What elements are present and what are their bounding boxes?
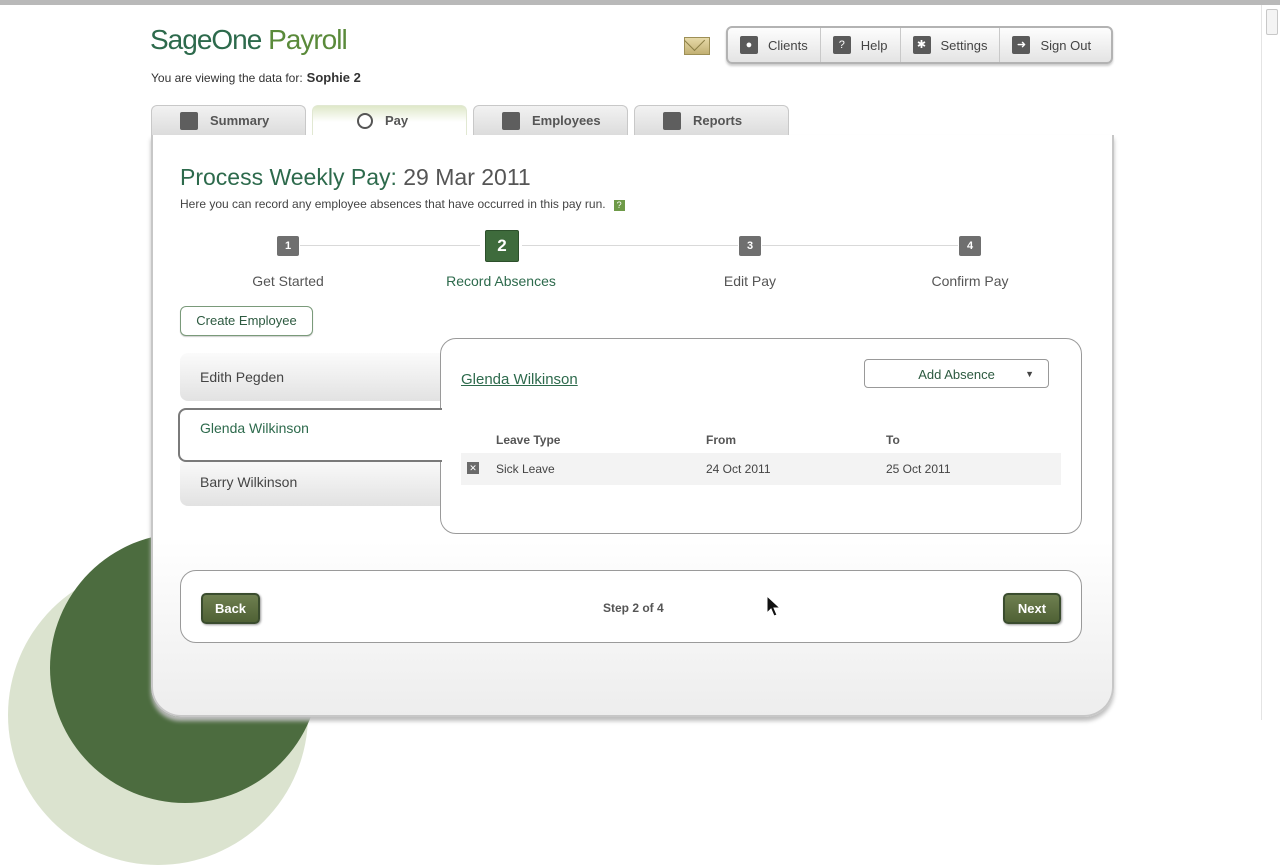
absence-panel: Glenda Wilkinson Add Absence ▼ Leave Type… xyxy=(440,338,1082,534)
settings-button[interactable]: ✱ Settings xyxy=(901,28,1001,62)
document-icon xyxy=(663,111,681,130)
wizard-footer: Back Step 2 of 4 Next xyxy=(180,570,1082,643)
step-3-badge: 3 xyxy=(739,236,761,256)
step-connector xyxy=(300,245,480,246)
page-subtitle: Here you can record any employee absence… xyxy=(180,197,625,211)
step-label-record-absences: Record Absences xyxy=(446,273,556,289)
table-row: ✕ Sick Leave 24 Oct 2011 25 Oct 2011 xyxy=(461,453,1061,485)
column-header-to: To xyxy=(886,433,900,447)
person-icon xyxy=(502,111,520,130)
employee-item-glenda-wilkinson[interactable]: Glenda Wilkinson xyxy=(178,408,442,462)
circle-icon xyxy=(357,112,373,129)
back-button[interactable]: Back xyxy=(201,593,260,624)
tab-reports[interactable]: Reports xyxy=(634,105,789,135)
client-name: Sophie 2 xyxy=(306,70,361,85)
signout-arrow-icon: ➜ xyxy=(1012,36,1031,54)
chart-icon xyxy=(180,111,198,130)
step-2-badge: 2 xyxy=(485,230,519,262)
cell-leave-type: Sick Leave xyxy=(496,462,555,476)
viewing-data-for: You are viewing the data for: Sophie 2 xyxy=(151,70,361,85)
next-button[interactable]: Next xyxy=(1003,593,1061,624)
top-navigation: ● Clients ? Help ✱ Settings ➜ Sign Out xyxy=(726,26,1113,64)
scrollbar[interactable] xyxy=(1261,5,1280,720)
scrollbar-up-arrow[interactable] xyxy=(1266,9,1278,35)
main-tabs: Summary Pay Employees Reports xyxy=(151,105,795,135)
step-label-confirm-pay: Confirm Pay xyxy=(931,273,1009,289)
employee-item-edith-pegden[interactable]: Edith Pegden xyxy=(180,353,442,401)
person-icon: ● xyxy=(740,36,758,54)
column-header-from: From xyxy=(706,433,736,447)
help-button[interactable]: ? Help xyxy=(821,28,901,62)
gear-icon: ✱ xyxy=(912,36,931,54)
step-label-edit-pay: Edit Pay xyxy=(723,273,777,289)
step-4-badge: 4 xyxy=(959,236,981,256)
create-employee-button[interactable]: Create Employee xyxy=(180,306,313,336)
logo: SageOne Payroll xyxy=(150,24,348,55)
question-icon: ? xyxy=(832,36,851,54)
employee-name-link[interactable]: Glenda Wilkinson xyxy=(461,371,578,388)
cell-from: 24 Oct 2011 xyxy=(706,462,771,476)
add-absence-dropdown[interactable]: Add Absence ▼ xyxy=(864,359,1049,388)
mail-icon[interactable] xyxy=(684,37,710,55)
step-indicator: Step 2 of 4 xyxy=(603,601,664,615)
step-connector xyxy=(522,245,738,246)
step-1-check-icon: 1 xyxy=(277,236,299,256)
cell-to: 25 Oct 2011 xyxy=(886,462,951,476)
tab-pay[interactable]: Pay xyxy=(312,105,467,135)
tab-summary[interactable]: Summary xyxy=(151,105,306,135)
employee-item-barry-wilkinson[interactable]: Barry Wilkinson xyxy=(180,458,442,506)
mouse-cursor-icon xyxy=(766,595,782,617)
sign-out-button[interactable]: ➜ Sign Out xyxy=(1000,28,1103,62)
step-label-get-started: Get Started xyxy=(252,273,324,289)
help-icon[interactable]: ? xyxy=(613,200,625,211)
top-border xyxy=(0,0,1280,5)
tab-employees[interactable]: Employees xyxy=(473,105,628,135)
column-header-leave-type: Leave Type xyxy=(496,433,561,447)
caret-down-icon: ▼ xyxy=(1025,369,1034,379)
clients-button[interactable]: ● Clients xyxy=(728,28,821,62)
page-title: Process Weekly Pay: 29 Mar 2011 xyxy=(180,164,531,190)
delete-icon[interactable]: ✕ xyxy=(467,462,479,474)
step-connector xyxy=(762,245,958,246)
